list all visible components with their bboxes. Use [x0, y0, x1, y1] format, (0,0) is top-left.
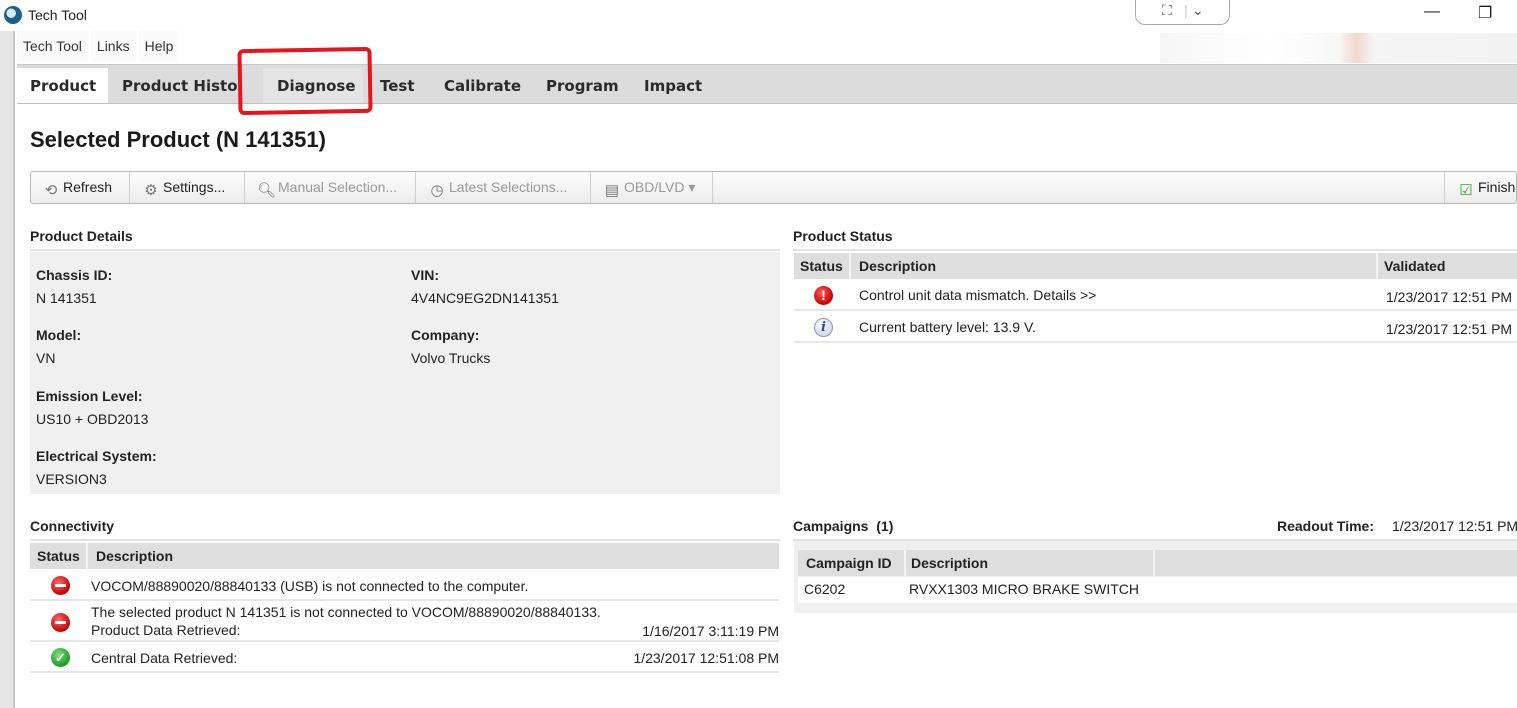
restore-button[interactable]: ❐ [1478, 3, 1492, 23]
document-icon: ▤ [604, 182, 620, 199]
connectivity-description: VOCOM/88890020/88840133 (USB) is not con… [91, 578, 529, 594]
snap-layout-tab[interactable]: ⛶ | ⌄ [1135, 0, 1230, 25]
menu-bar: Tech Tool Links Help [17, 31, 182, 63]
obd-lvd-dropdown[interactable]: ▤ OBD/LVD ▾ [591, 172, 713, 203]
emission-level-value: US10 + OBD2013 [36, 411, 149, 427]
status-description: Current battery level: 13.9 V. [859, 319, 1036, 335]
tab-product[interactable]: Product [17, 68, 108, 103]
electrical-system-field: Electrical System: VERSION3 [36, 448, 157, 487]
column-description[interactable]: Description [96, 548, 173, 564]
column-description[interactable]: Description [859, 258, 936, 274]
company-field: Company: Volvo Trucks [411, 327, 491, 366]
product-details-heading: Product Details [30, 228, 780, 251]
model-field: Model: VN [36, 327, 82, 366]
window-title: Tech Tool [28, 7, 87, 23]
minimize-button[interactable]: — [1424, 3, 1440, 21]
connectivity-time: 1/16/2017 3:11:19 PM [642, 623, 779, 639]
finish-check-icon: ☑ [1459, 182, 1473, 199]
chassis-id-field: Chassis ID: N 141351 [36, 267, 113, 306]
clock-icon: ◷ [430, 182, 444, 199]
menu-tech-tool[interactable]: Tech Tool [17, 31, 88, 61]
refresh-icon: ⟲ [44, 182, 58, 199]
column-description[interactable]: Description [911, 555, 988, 571]
toolbar: ⟲ Refresh ⚙ Settings... 🔍︎ Manual Selection… [30, 171, 1517, 204]
chevron-down-icon[interactable]: ⌄ [1192, 2, 1204, 19]
tab-calibrate[interactable]: Calibrate [444, 68, 521, 103]
column-validated[interactable]: Validated [1384, 258, 1445, 274]
campaign-id: C6202 [804, 581, 846, 597]
emission-level-field: Emission Level: US10 + OBD2013 [36, 388, 149, 427]
left-window-edge [0, 31, 15, 708]
title-bar: Tech Tool ⛶ | ⌄ — ❐ [0, 0, 1517, 31]
disconnected-icon [51, 576, 70, 595]
connectivity-description: Central Data Retrieved: [91, 650, 238, 666]
connectivity-row: VOCOM/88890020/88840133 (USB) is not con… [30, 571, 779, 601]
gear-icon: ⚙ [144, 182, 158, 199]
vin-value: 4V4NC9EG2DN141351 [411, 290, 559, 306]
disconnected-icon [51, 613, 70, 632]
connectivity-sub-label: Product Data Retrieved: [91, 622, 241, 638]
product-status-table-header: Status Description Validated [794, 253, 1517, 279]
model-value: VN [36, 350, 56, 366]
diagnose-highlight-annotation [237, 46, 373, 116]
latest-selections-button[interactable]: ◷ Latest Selections... [416, 172, 591, 203]
readout-time-value: 1/23/2017 12:51 PM [1392, 518, 1517, 534]
connectivity-row: ✓ Central Data Retrieved: 1/23/2017 12:5… [30, 643, 779, 673]
campaigns-panel: Campaign ID Description C6202 RVXX1303 M… [794, 541, 1517, 613]
validated-time: 1/23/2017 12:51 PM [1386, 321, 1513, 337]
tab-test[interactable]: Test [380, 68, 415, 103]
campaigns-table-header: Campaign ID Description [798, 550, 1517, 576]
company-value: Volvo Trucks [411, 350, 491, 366]
error-icon: ! [814, 286, 833, 305]
campaigns-heading: Campaigns (1) Readout Time: 1/23/2017 12… [793, 518, 1517, 541]
connectivity-description: The selected product N 141351 is not con… [91, 604, 601, 620]
blurred-region [1160, 33, 1517, 63]
column-campaign-id[interactable]: Campaign ID [806, 555, 892, 571]
product-status-row[interactable]: ! Control unit data mismatch. Details >>… [794, 280, 1517, 311]
connectivity-heading: Connectivity [30, 518, 780, 541]
campaigns-count: (1) [876, 518, 894, 534]
vin-field: VIN: 4V4NC9EG2DN141351 [411, 267, 559, 306]
connectivity-table-header: Status Description [30, 543, 779, 569]
status-description-link[interactable]: Control unit data mismatch. Details >> [859, 287, 1096, 303]
settings-button[interactable]: ⚙ Settings... [130, 172, 245, 203]
campaign-row[interactable]: C6202 RVXX1303 MICRO BRAKE SWITCH [798, 577, 1517, 603]
readout-time-label: Readout Time: [1277, 518, 1374, 534]
menu-links[interactable]: Links [90, 31, 136, 61]
validated-time: 1/23/2017 12:51 PM [1386, 289, 1513, 305]
column-status[interactable]: Status [37, 548, 80, 564]
column-status[interactable]: Status [800, 258, 843, 274]
tab-product-history[interactable]: Product History [122, 68, 242, 103]
finish-work-button[interactable]: ☑Finish Work [1444, 172, 1517, 203]
connectivity-time: 1/23/2017 12:51:08 PM [633, 650, 779, 666]
menu-help[interactable]: Help [138, 31, 180, 61]
app-logo-icon [4, 6, 22, 24]
check-icon: ✓ [51, 648, 70, 667]
manual-selection-button[interactable]: 🔍︎ Manual Selection... [245, 172, 416, 203]
refresh-button[interactable]: ⟲ Refresh [31, 172, 130, 203]
page-title: Selected Product (N 141351) [30, 127, 326, 152]
campaign-description: RVXX1303 MICRO BRAKE SWITCH [909, 581, 1140, 597]
chassis-id-value: N 141351 [36, 290, 97, 306]
tab-program[interactable]: Program [546, 68, 619, 103]
connectivity-row: The selected product N 141351 is not con… [30, 602, 779, 642]
electrical-system-value: VERSION3 [36, 471, 107, 487]
product-details-panel: Chassis ID: N 141351 VIN: 4V4NC9EG2DN141… [30, 252, 780, 494]
product-status-row[interactable]: i Current battery level: 13.9 V. 1/23/20… [794, 312, 1517, 343]
magnifier-icon: 🔍︎ [257, 182, 277, 199]
product-status-heading: Product Status [793, 228, 1517, 251]
expand-icon[interactable]: ⛶ [1162, 2, 1172, 19]
tab-impact[interactable]: Impact [644, 68, 702, 103]
info-icon: i [814, 318, 833, 337]
